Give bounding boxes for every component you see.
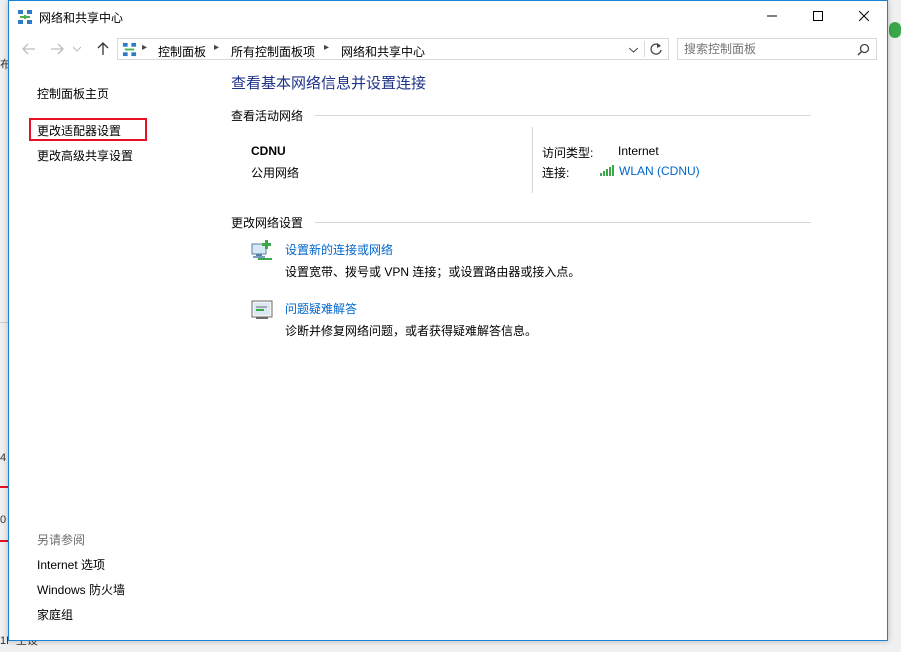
connection-label: 连接: (542, 166, 570, 180)
up-arrow-icon (97, 42, 109, 55)
troubleshoot-icon (251, 300, 273, 319)
search-box[interactable] (677, 38, 877, 60)
breadcrumb-separator-icon: ▸ (214, 42, 220, 53)
address-divider (644, 41, 645, 57)
network-center-icon (18, 10, 32, 24)
change-settings-heading: 更改网络设置 (231, 216, 304, 230)
breadcrumb-all-items[interactable]: 所有控制面板项 (231, 43, 315, 60)
close-icon (859, 11, 869, 21)
breadcrumb-control-panel[interactable]: 控制面板 (158, 43, 206, 60)
network-category[interactable]: 公用网络 (251, 164, 299, 181)
refresh-icon[interactable] (649, 42, 663, 56)
search-icon[interactable] (857, 43, 870, 56)
forward-arrow-icon (51, 43, 64, 55)
background-app-icon (889, 22, 901, 38)
breadcrumb-separator-icon: ▸ (324, 42, 330, 53)
page-title: 查看基本网络信息并设置连接 (231, 75, 427, 92)
close-button[interactable] (841, 1, 887, 31)
task-desc-new-connection: 设置宽带、拨号或 VPN 连接；或设置路由器或接入点。 (285, 265, 581, 279)
minimize-button[interactable] (749, 1, 795, 31)
new-connection-icon (251, 240, 272, 260)
breadcrumb-separator-icon: ▸ (142, 42, 148, 53)
forward-button[interactable] (47, 39, 67, 59)
sidebar-link-internet-options[interactable]: Internet 选项 (37, 556, 105, 573)
sidebar-link-control-panel-home[interactable]: 控制面板主页 (37, 85, 109, 102)
see-also-heading: 另请参阅 (37, 533, 86, 547)
control-panel-icon (122, 42, 137, 57)
active-networks-heading: 查看活动网络 (231, 109, 304, 123)
task-link-new-connection[interactable]: 设置新的连接或网络 (285, 241, 393, 258)
back-arrow-icon (22, 43, 35, 55)
search-input[interactable] (684, 41, 844, 57)
connection-link-wlan[interactable]: WLAN (CDNU) (619, 164, 700, 178)
task-desc-troubleshoot: 诊断并修复网络问题，或者获得疑难解答信息。 (285, 324, 538, 338)
breadcrumb-network-center[interactable]: 网络和共享中心 (341, 43, 425, 60)
up-button[interactable] (93, 39, 113, 59)
access-type-label: 访问类型: (542, 146, 594, 160)
address-dropdown-icon[interactable] (629, 47, 638, 53)
background-text-2: 4 (0, 452, 7, 464)
background-text-3: 0 (0, 514, 7, 526)
task-link-troubleshoot[interactable]: 问题疑难解答 (285, 300, 357, 317)
highlight-box (29, 118, 147, 141)
section-divider (315, 115, 811, 116)
window-title: 网络和共享中心 (39, 11, 124, 25)
section-divider (315, 222, 811, 223)
address-bar[interactable]: ▸ 控制面板 ▸ 所有控制面板项 ▸ 网络和共享中心 (117, 38, 669, 60)
background-divider (0, 486, 8, 488)
title-bar[interactable]: 网络和共享中心 (9, 1, 887, 31)
background-divider (0, 540, 8, 542)
address-row: ▸ 控制面板 ▸ 所有控制面板项 ▸ 网络和共享中心 (9, 35, 887, 63)
sidebar-link-advanced-sharing[interactable]: 更改高级共享设置 (37, 147, 133, 164)
sidebar-link-homegroup[interactable]: 家庭组 (37, 606, 73, 623)
maximize-icon (813, 11, 823, 21)
maximize-button[interactable] (795, 1, 841, 31)
wifi-signal-icon (600, 165, 614, 176)
network-sharing-center-window: 网络和共享中心 ▸ 控制面板 ▸ 所有控制面板项 ▸ 网络和共享中心 搜索控制面… (8, 0, 888, 641)
sidebar-link-windows-firewall[interactable]: Windows 防火墙 (37, 581, 125, 598)
chevron-down-icon (73, 46, 81, 52)
minimize-icon (767, 15, 777, 17)
back-button[interactable] (19, 39, 39, 59)
access-type-value: Internet (618, 144, 659, 158)
network-name: CDNU (251, 144, 286, 158)
background-divider (0, 322, 8, 323)
network-info-divider (532, 127, 533, 193)
recent-locations-button[interactable] (71, 39, 83, 59)
